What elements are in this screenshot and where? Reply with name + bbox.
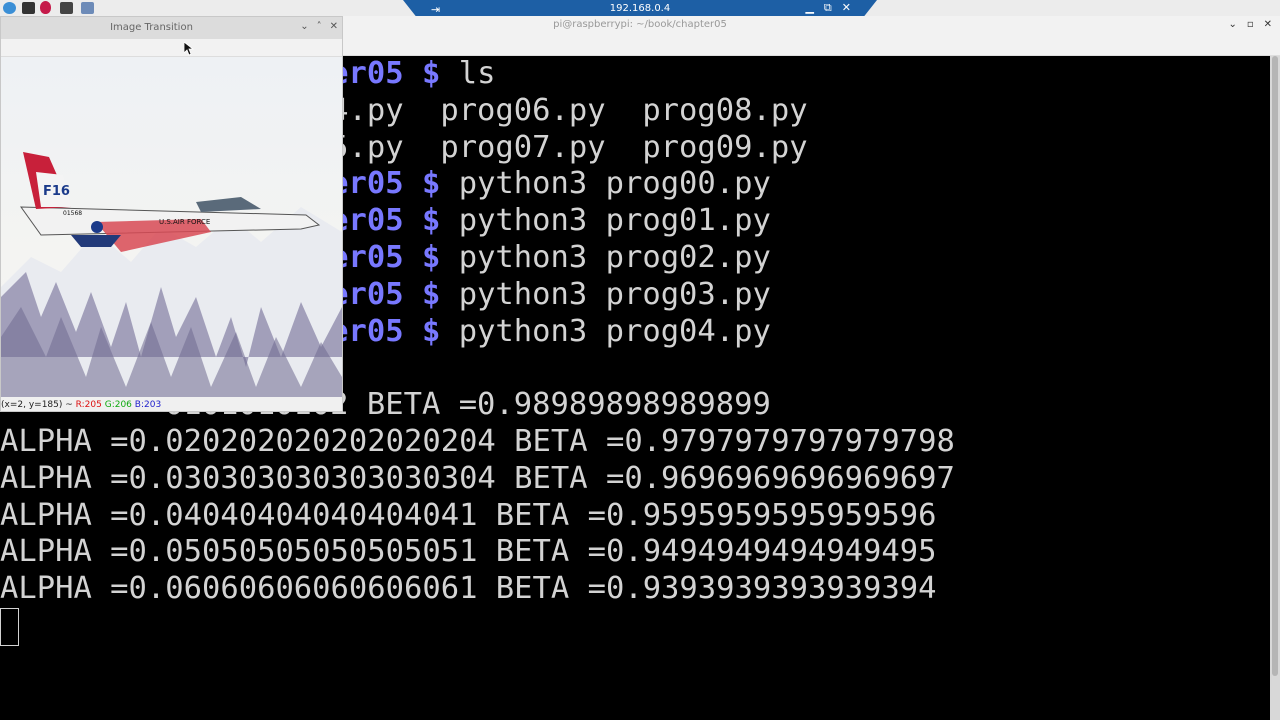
- terminal-cursor: [0, 608, 19, 646]
- terminal-close-button[interactable]: ✕: [1264, 19, 1272, 30]
- shell-command: python3 prog03.py: [440, 276, 771, 312]
- shell-command: python3 prog02.py: [440, 240, 771, 275]
- terminal-minimize-button[interactable]: ⌄: [1228, 19, 1236, 30]
- pixel-red-value: R:205: [75, 400, 102, 410]
- serial-marking: 01568: [63, 210, 82, 217]
- vnc-restore-button[interactable]: ⧉: [824, 1, 832, 15]
- shell-command: python3 prog01.py: [440, 203, 771, 239]
- image-maximize-button[interactable]: ˄: [317, 21, 322, 32]
- vnc-close-button[interactable]: ✕: [842, 1, 851, 15]
- terminal-line: ALPHA =0.04040404040404041 BETA =0.95959…: [0, 497, 937, 533]
- image-toolbar: [1, 39, 342, 57]
- pixel-green-value: G:206: [104, 400, 132, 410]
- image-close-button[interactable]: ✕: [330, 21, 338, 32]
- image-window-titlebar[interactable]: Image Transition ⌄ ˄ ✕: [1, 17, 342, 39]
- terminal-maximize-button[interactable]: ▫: [1247, 19, 1254, 30]
- scrollbar-thumb[interactable]: [1272, 56, 1278, 676]
- mouse-pointer-icon: [184, 42, 194, 56]
- terminal-line: ALPHA =0.05050505050505051 BETA =0.94949…: [0, 534, 937, 570]
- terminal-icon[interactable]: [60, 2, 73, 14]
- vnc-minimize-button[interactable]: ▁: [805, 1, 813, 15]
- terminal-line: ALPHA =0.020202020202020204 BETA =0.9797…: [0, 424, 955, 459]
- globe-icon[interactable]: [3, 2, 16, 14]
- terminal-line: ALPHA =0.06060606060606061 BETA =0.93939…: [0, 571, 937, 607]
- jet-photo-graphic: F16 01568 U.S.AIR FORCE: [1, 57, 342, 397]
- terminal-line: ALPHA =0.030303030303030304 BETA =0.9696…: [0, 460, 955, 496]
- pixel-blue-value: B:203: [134, 400, 162, 410]
- shell-command: python3 prog04.py: [440, 313, 771, 349]
- terminal-scrollbar[interactable]: [1270, 56, 1280, 720]
- shell-command: ls: [440, 56, 496, 91]
- tail-marking: F16: [43, 184, 70, 199]
- image-minimize-button[interactable]: ⌄: [300, 21, 308, 32]
- image-window-title: Image Transition: [110, 22, 193, 33]
- cursor-coords: (x=2, y=185) ~: [1, 400, 76, 410]
- terminal-icon[interactable]: [22, 2, 35, 14]
- raspberry-icon[interactable]: [40, 1, 51, 14]
- jet-photo: F16 01568 U.S.AIR FORCE: [1, 57, 342, 397]
- window-icon[interactable]: [81, 2, 94, 14]
- fuselage-marking: U.S.AIR FORCE: [159, 218, 210, 226]
- image-status-bar: (x=2, y=185) ~ R:205 G:206 B:203: [1, 400, 161, 412]
- shell-command: python3 prog00.py: [440, 166, 771, 202]
- image-window[interactable]: Image Transition ⌄ ˄ ✕ F16 01568 U.S.AIR…: [0, 16, 343, 412]
